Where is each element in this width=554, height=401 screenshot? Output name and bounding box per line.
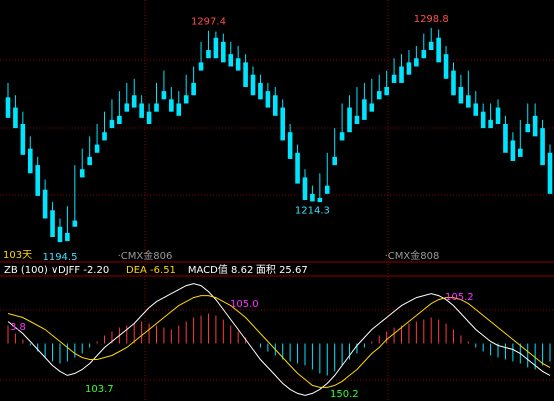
candle-body: [488, 119, 493, 129]
low-label-2: 1194.5: [42, 252, 77, 263]
candle-body: [436, 37, 441, 63]
candle-body: [79, 169, 85, 178]
period-label-2: ·CMX金808: [385, 249, 440, 262]
candle-body: [466, 95, 471, 108]
candle-body: [5, 97, 11, 118]
candle-body: [302, 177, 308, 201]
candle-body: [50, 210, 55, 238]
candle-body: [221, 41, 226, 63]
candle-body: [421, 50, 427, 59]
candle-body: [87, 156, 92, 166]
candle-body: [109, 119, 115, 129]
panel-headers: ZB (100) ∨ DJFF -2.20 DEA -6.51 MACD值 8.62 面…: [4, 263, 308, 276]
candle-body: [399, 66, 404, 83]
candle-body: [139, 103, 144, 118]
candle-body: [332, 156, 337, 166]
candle-body: [161, 91, 167, 100]
candle-body: [547, 152, 553, 194]
candle-body: [525, 124, 531, 133]
candle-body: [339, 132, 345, 141]
candle-body: [376, 91, 382, 100]
candle-body: [13, 107, 18, 129]
candle-body: [42, 189, 48, 219]
readout-2: MACD值 8.62: [188, 263, 253, 276]
candle-body: [72, 220, 78, 227]
candle-body: [124, 103, 130, 112]
macd-annotation: 105.0: [230, 299, 259, 310]
candle-body: [354, 115, 360, 125]
candle-body: [443, 54, 449, 79]
high-label-2: 1298.8: [414, 14, 449, 25]
candle-body: [295, 152, 300, 184]
candle-body: [57, 226, 63, 243]
candle-body: [183, 95, 189, 104]
macd-annotation: 103.7: [85, 384, 114, 395]
candle-body: [451, 70, 456, 96]
macd-annotations: 3.8 103.7 105.0 150.2 105.2: [10, 292, 474, 400]
candle-body: [406, 62, 412, 75]
candle-body: [176, 103, 182, 116]
candle-body: [191, 82, 196, 96]
candle-body: [198, 62, 204, 71]
candle-body: [540, 128, 545, 166]
readout-0: DJFF -2.20: [58, 265, 109, 276]
candle-body: [102, 132, 107, 141]
candle-body: [65, 232, 70, 242]
candle-body: [324, 185, 330, 194]
readout-1: DEA -6.51: [126, 265, 176, 276]
candle-body: [517, 148, 523, 157]
candle-body: [362, 99, 367, 120]
candle-body: [146, 111, 152, 125]
candle-body: [243, 62, 248, 88]
candle-body: [27, 148, 33, 174]
candle-body: [310, 193, 315, 202]
days-label: 103天: [3, 250, 32, 261]
candle-body: [458, 87, 464, 104]
candle-body: [169, 99, 174, 112]
indicator-selector[interactable]: ZB (100) ∨: [4, 265, 58, 276]
candle-body: [384, 87, 389, 96]
candle-body: [235, 58, 241, 71]
low-label-1: 1214.3: [295, 205, 330, 216]
candle-body: [265, 91, 271, 108]
candle-body: [258, 82, 263, 100]
price-annotations: 1297.4 1298.8 1214.3 1194.5 103天 ·CMX金806 ·CMX…: [3, 14, 449, 263]
candle-body: [228, 54, 234, 67]
candle-body: [250, 74, 256, 96]
macd-histogram: [7, 313, 551, 376]
candle-body: [503, 124, 508, 153]
candle-body: [94, 144, 100, 153]
candle-body: [272, 95, 278, 116]
candle-body: [317, 197, 323, 203]
candle-body: [480, 111, 486, 129]
candle-body: [532, 115, 538, 137]
candle-body: [20, 124, 26, 155]
macd-annotation: 105.2: [445, 292, 474, 303]
candle-body: [391, 74, 397, 83]
readout-3: 面积 25.67: [256, 264, 308, 276]
chart-canvas: 1297.4 1298.8 1214.3 1194.5 103天 ·CMX金806 ·CMX…: [0, 0, 554, 401]
candle-body: [131, 95, 137, 108]
candle-body: [154, 103, 159, 112]
candle-body: [117, 115, 122, 125]
candle-body: [428, 41, 434, 51]
high-label-1: 1297.4: [191, 17, 226, 28]
candle-body: [369, 103, 375, 112]
candle-body: [347, 107, 352, 133]
candle-body: [35, 165, 41, 196]
candle-body: [510, 140, 516, 161]
macd-annotation: 3.8: [10, 322, 26, 333]
candle-body: [213, 37, 219, 59]
period-label-1: ·CMX金806: [118, 249, 173, 262]
candle-body: [206, 50, 211, 59]
chart-stage: 1297.4 1298.8 1214.3 1194.5 103天 ·CMX金806 ·CMX…: [0, 0, 554, 401]
candle-body: [287, 132, 293, 159]
candle-body: [495, 107, 501, 125]
grid-lines: [0, 0, 554, 401]
candle-body: [473, 103, 479, 116]
candle-body: [280, 107, 286, 141]
macd-annotation: 150.2: [330, 389, 359, 400]
candle-body: [414, 58, 419, 67]
